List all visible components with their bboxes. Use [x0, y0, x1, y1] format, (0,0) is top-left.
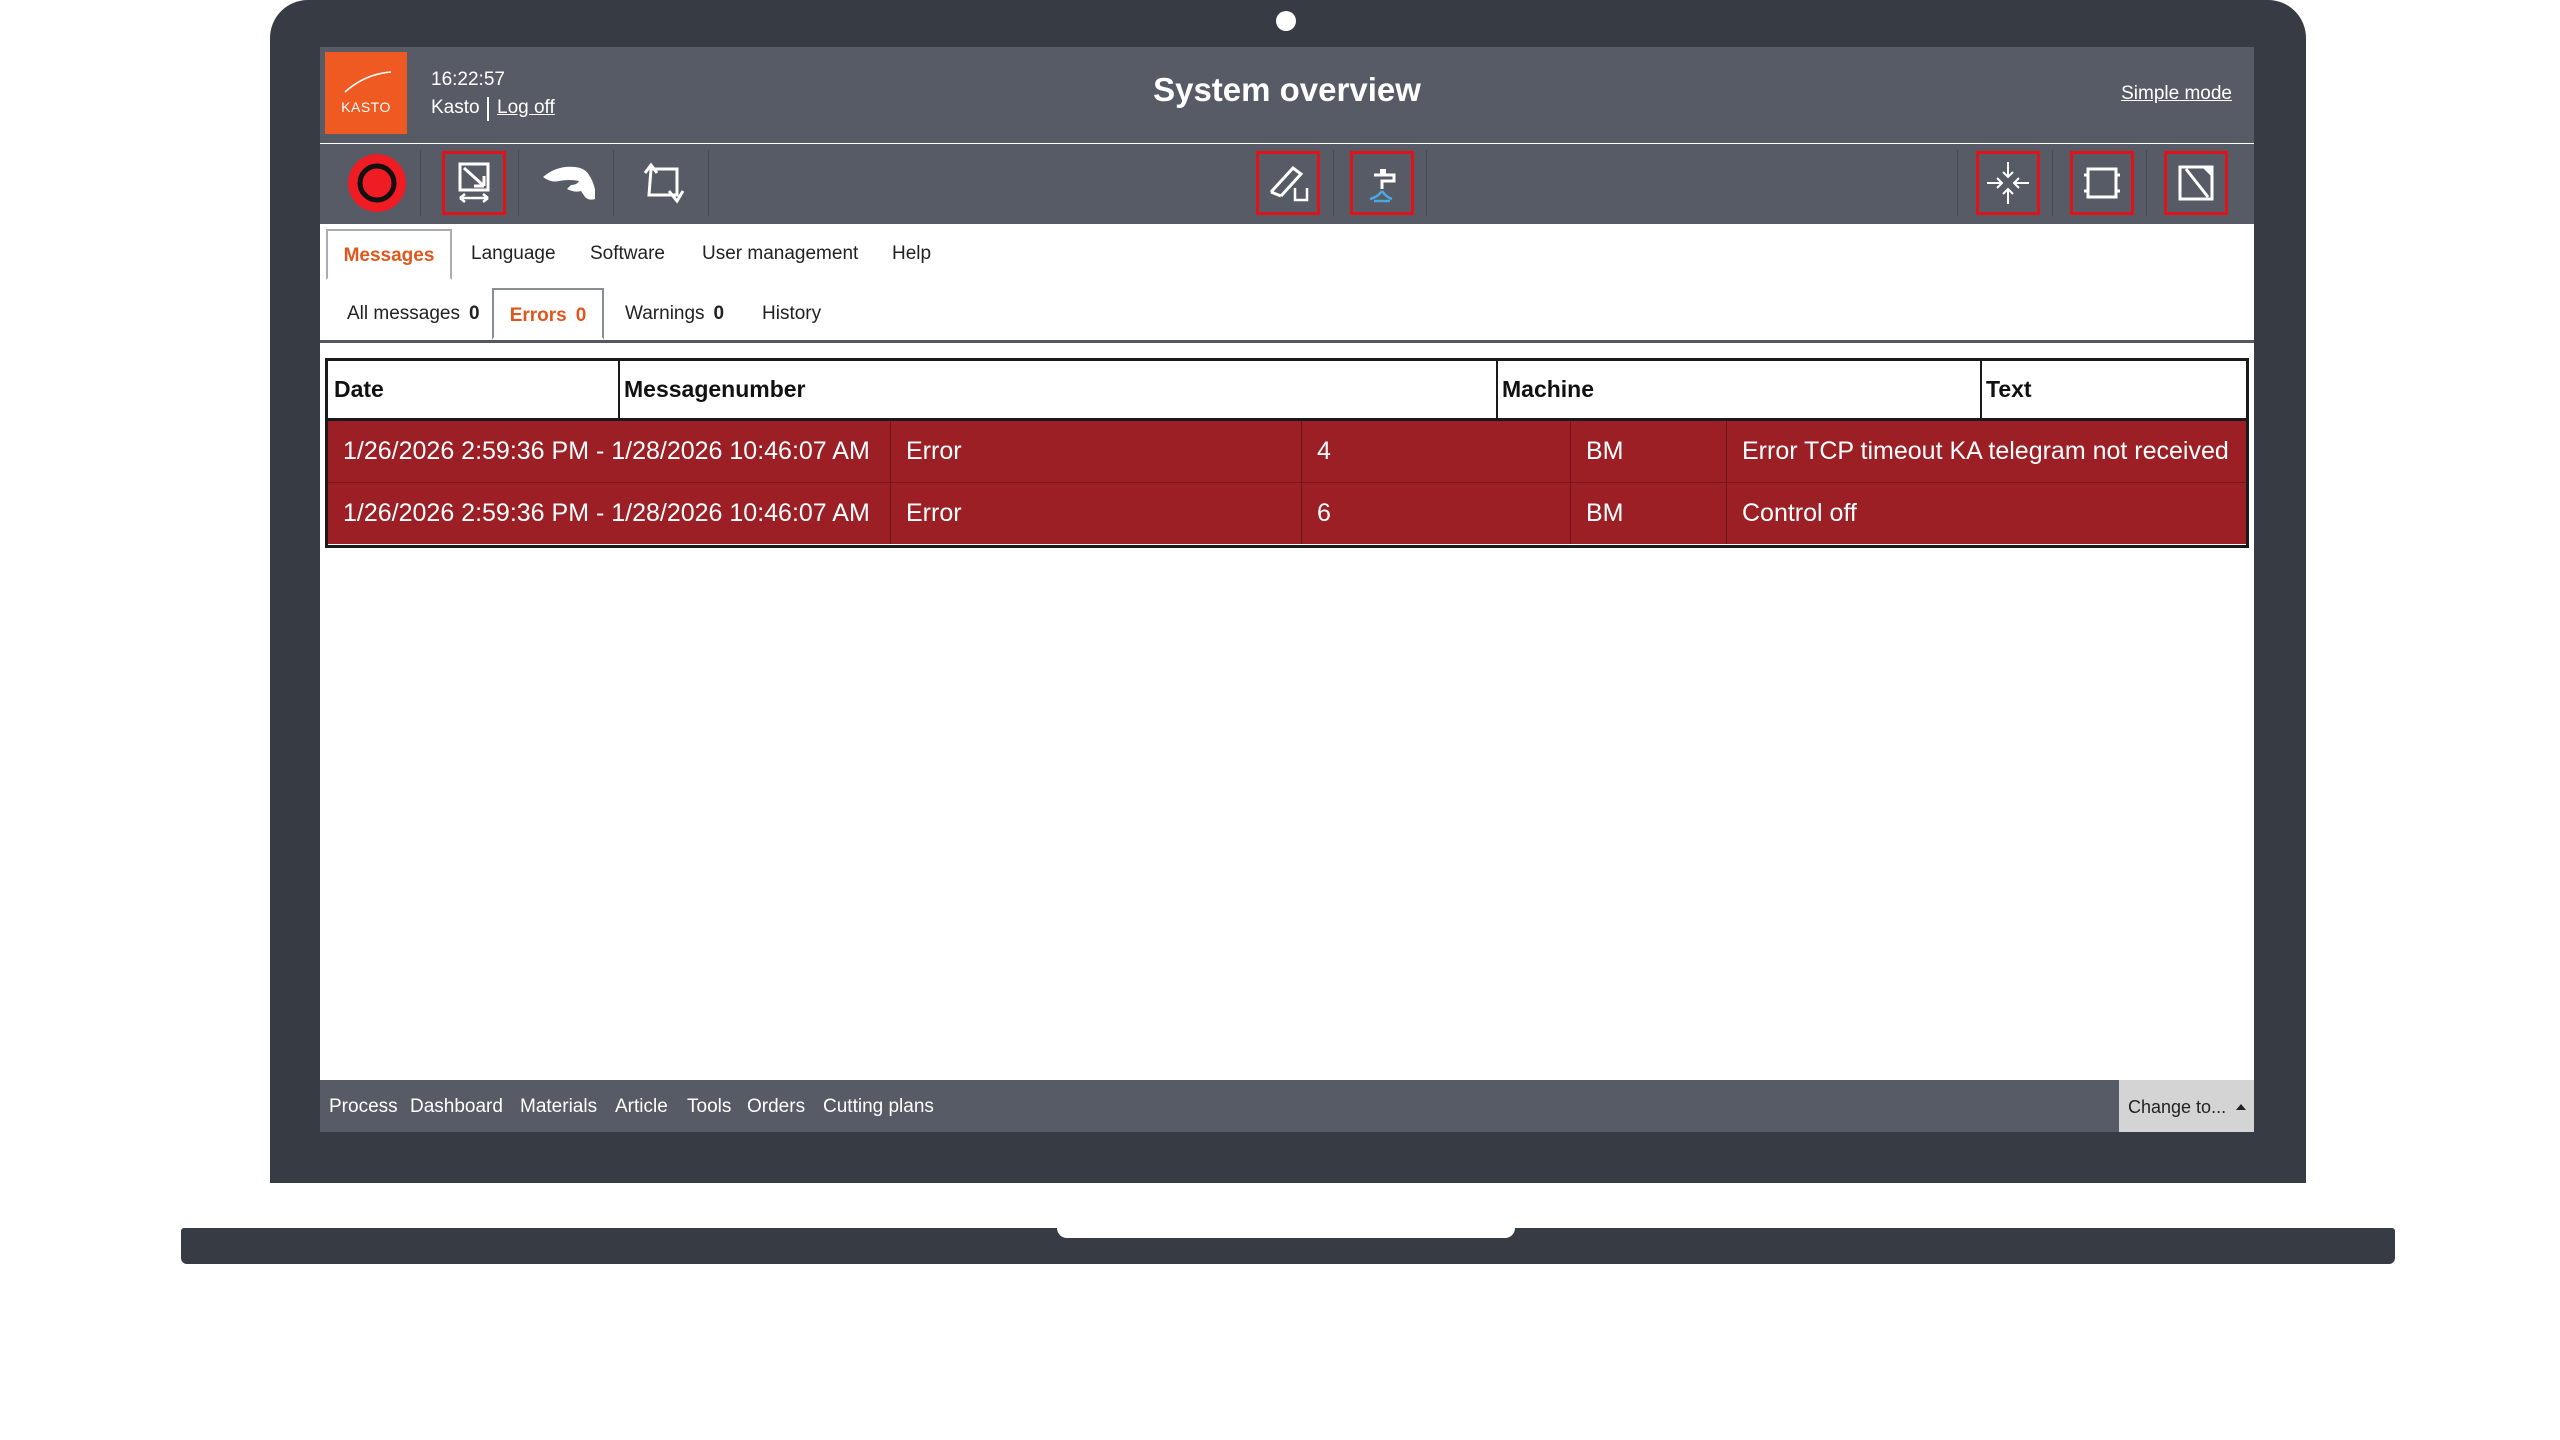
cell-number: 4 [1317, 437, 1331, 465]
tab-messages[interactable]: Messages [326, 229, 452, 280]
caret-up-icon [2236, 1104, 2246, 1110]
toolbar [320, 144, 2254, 224]
saw-feed-icon [458, 162, 490, 203]
subtab-all-messages[interactable]: All messages 0 [347, 288, 480, 340]
app-header: KASTO 16:22:57 Kasto Log off System over… [320, 47, 2254, 143]
column-header-date[interactable]: Date [330, 361, 618, 418]
subtab-history[interactable]: History [762, 288, 821, 340]
messages-table: Date Messagenumber Machine Text 1/26/202… [325, 358, 2249, 548]
laptop-base-notch [1057, 1228, 1515, 1238]
cell-type: Error [906, 437, 962, 465]
material-frame-icon [2084, 167, 2120, 199]
footer-link-cutting-plans[interactable]: Cutting plans [823, 1080, 934, 1132]
center-clamp-icon [1987, 162, 2029, 204]
simple-mode-link[interactable]: Simple mode [2121, 83, 2232, 105]
footer-link-tools[interactable]: Tools [687, 1080, 731, 1132]
cut-angle-button[interactable] [1256, 151, 1320, 215]
tab-language[interactable]: Language [471, 229, 556, 280]
stop-button[interactable] [345, 151, 409, 215]
table-header: Date Messagenumber Machine Text [328, 361, 2246, 421]
subtab-label: Warnings [625, 303, 705, 324]
column-header-messagenumber[interactable]: Messagenumber [620, 361, 1496, 418]
footer-nav: Process Dashboard Materials Article Tool… [320, 1080, 2254, 1132]
subtab-label: All messages [347, 303, 460, 324]
cell-date: 1/26/2026 2:59:36 PM - 1/28/2026 10:46:0… [343, 499, 870, 527]
cell-text: Error TCP timeout KA telegram not receiv… [1742, 437, 2229, 465]
message-filter-tabs: All messages 0 Errors 0 Warnings 0 History [320, 280, 2254, 343]
subtab-label: Errors [509, 305, 567, 326]
cycle-icon [643, 162, 685, 204]
footer-link-orders[interactable]: Orders [747, 1080, 805, 1132]
subtab-count: 0 [713, 303, 725, 324]
manual-mode-button[interactable] [537, 151, 601, 215]
auto-cycle-button[interactable] [631, 151, 695, 215]
page-title: System overview [1153, 71, 1421, 108]
coolant-button[interactable] [1350, 151, 1414, 215]
column-header-machine[interactable]: Machine [1498, 361, 1980, 418]
subtab-count: 0 [469, 303, 480, 324]
cell-number: 6 [1317, 499, 1331, 527]
footer-link-process[interactable]: Process [329, 1080, 398, 1132]
subtab-label: History [762, 303, 822, 324]
stop-icon [348, 154, 406, 212]
webcam [1276, 11, 1296, 31]
diagonal-frame-button[interactable] [2164, 151, 2228, 215]
tab-help[interactable]: Help [892, 229, 931, 280]
hand-manual-icon [543, 166, 595, 200]
cell-machine: BM [1586, 437, 1624, 465]
material-frame-button[interactable] [2070, 151, 2134, 215]
saw-feed-button[interactable] [442, 151, 506, 215]
subtab-errors[interactable]: Errors 0 [492, 288, 604, 340]
table-row[interactable]: 1/26/2026 2:59:36 PM - 1/28/2026 10:46:0… [328, 421, 2246, 482]
cell-machine: BM [1586, 499, 1624, 527]
coolant-icon [1369, 169, 1396, 203]
cut-angle-icon [1269, 165, 1309, 202]
diagonal-frame-icon [2178, 165, 2214, 201]
tab-software[interactable]: Software [590, 229, 665, 280]
main-tabs: Messages Language Software User manageme… [320, 224, 2254, 282]
cell-type: Error [906, 499, 962, 527]
change-to-dropdown[interactable]: Change to... [2119, 1080, 2254, 1132]
center-clamp-button[interactable] [1976, 151, 2040, 215]
cell-text: Control off [1742, 499, 1857, 527]
footer-link-materials[interactable]: Materials [520, 1080, 597, 1132]
tab-user-management[interactable]: User management [702, 229, 858, 280]
change-to-label: Change to... [2128, 1097, 2227, 1117]
table-row[interactable]: 1/26/2026 2:59:36 PM - 1/28/2026 10:46:0… [328, 482, 2246, 544]
footer-link-dashboard[interactable]: Dashboard [410, 1080, 503, 1132]
subtab-warnings[interactable]: Warnings 0 [625, 288, 724, 340]
subtab-count: 0 [575, 305, 587, 326]
footer-link-article[interactable]: Article [615, 1080, 668, 1132]
app-screen: KASTO 16:22:57 Kasto Log off System over… [320, 47, 2254, 1132]
column-header-text[interactable]: Text [1982, 361, 2246, 418]
cell-date: 1/26/2026 2:59:36 PM - 1/28/2026 10:46:0… [343, 437, 870, 465]
